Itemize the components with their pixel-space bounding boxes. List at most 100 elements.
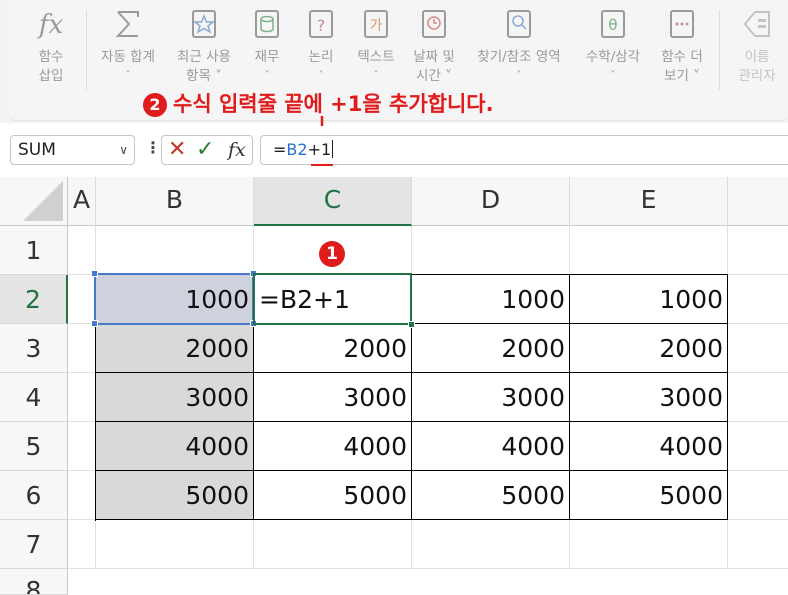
step-2-badge: 2 <box>143 93 167 117</box>
cell-d7[interactable] <box>412 520 570 569</box>
date-time-label-1: 날짜 및 <box>413 49 455 65</box>
cell-d1[interactable] <box>412 226 570 275</box>
cell-a2[interactable] <box>68 275 96 324</box>
cell-e5[interactable]: 4000 <box>570 422 728 471</box>
cell-f7[interactable] <box>728 520 788 569</box>
more-options-icon[interactable]: ⋮ <box>145 138 161 157</box>
tag-icon <box>743 11 770 37</box>
cell-c4[interactable]: 3000 <box>254 373 412 422</box>
row-header-5[interactable]: 5 <box>0 422 68 471</box>
cell-f6[interactable] <box>728 471 788 520</box>
cell-c7[interactable] <box>254 520 412 569</box>
reference-handle[interactable] <box>91 320 98 327</box>
chevron-down-icon: ˅ <box>125 70 131 81</box>
cell-a3[interactable] <box>68 324 96 373</box>
cell-a6[interactable] <box>68 471 96 520</box>
cell-a1[interactable] <box>68 226 96 275</box>
reference-handle[interactable] <box>250 320 257 327</box>
cell-a4[interactable] <box>68 373 96 422</box>
cell-b2[interactable]: 1000 <box>96 275 254 324</box>
column-header-e[interactable]: E <box>570 177 728 226</box>
cell-e2[interactable]: 1000 <box>570 275 728 324</box>
worksheet-grid: A B C D E 1 2 3 4 5 6 7 8 1000 =B2+1 100… <box>0 177 788 595</box>
cell-b5[interactable]: 4000 <box>96 422 254 471</box>
fx-icon[interactable]: fx <box>228 137 246 163</box>
formula-input[interactable]: =B2+1 <box>260 135 788 165</box>
reference-handle[interactable] <box>91 270 98 277</box>
cell-e3[interactable]: 2000 <box>570 324 728 373</box>
cell-b6[interactable]: 5000 <box>96 471 254 520</box>
lookup-reference-label: 찾기/참조 영역 <box>477 49 561 65</box>
cell-f5[interactable] <box>728 422 788 471</box>
select-all-button[interactable] <box>0 177 68 226</box>
cell-b1[interactable] <box>96 226 254 275</box>
cell-d6[interactable]: 5000 <box>412 471 570 520</box>
cell-e7[interactable] <box>570 520 728 569</box>
text-label: 텍스트 <box>357 49 395 65</box>
svg-text:θ: θ <box>608 16 617 34</box>
financial-label: 재무 <box>254 49 280 65</box>
column-header-c[interactable]: C <box>254 177 412 226</box>
cell-b7[interactable] <box>96 520 254 569</box>
math-trig-label: 수학/삼각 <box>585 49 641 65</box>
column-header-f[interactable] <box>728 177 788 226</box>
chevron-down-icon[interactable]: ∨ <box>119 136 128 164</box>
cell-a7[interactable] <box>68 520 96 569</box>
cell-e6[interactable]: 5000 <box>570 471 728 520</box>
chevron-down-icon: ˅ <box>373 70 379 81</box>
column-header-a[interactable]: A <box>68 177 96 226</box>
dots-book-icon <box>670 10 694 38</box>
sigma-icon <box>115 11 139 37</box>
row-header-4[interactable]: 4 <box>0 373 68 422</box>
logical-label: 논리 <box>308 49 334 65</box>
cell-e1[interactable] <box>570 226 728 275</box>
column-header-b[interactable]: B <box>96 177 254 226</box>
cell-d3[interactable]: 2000 <box>412 324 570 373</box>
cell-f4[interactable] <box>728 373 788 422</box>
cell-c6[interactable]: 5000 <box>254 471 412 520</box>
row-header-6[interactable]: 6 <box>0 471 68 520</box>
fx-icon: fx <box>37 10 64 40</box>
select-all-triangle-icon <box>23 181 63 221</box>
fill-handle[interactable] <box>408 321 415 328</box>
clock-book-icon <box>422 10 446 38</box>
coins-book-icon <box>255 10 279 38</box>
cell-e4[interactable]: 3000 <box>570 373 728 422</box>
formula-buttons: ✕ ✓ fx <box>161 135 253 165</box>
svg-text:fx: fx <box>37 10 64 40</box>
cell-f3[interactable] <box>728 324 788 373</box>
cell-f1[interactable] <box>728 226 788 275</box>
recently-used-label-1: 최근 사용 <box>177 49 231 65</box>
name-box[interactable]: SUM ∨ <box>10 135 135 165</box>
cell-b4[interactable]: 3000 <box>96 373 254 422</box>
cell-d2[interactable]: 1000 <box>412 275 570 324</box>
svg-text:가: 가 <box>370 18 383 34</box>
row-header-3[interactable]: 3 <box>0 324 68 373</box>
svg-text:?: ? <box>317 16 326 35</box>
cell-c5[interactable]: 4000 <box>254 422 412 471</box>
step-1-badge: 1 <box>319 241 345 267</box>
autosum-label: 자동 합계 <box>101 49 155 65</box>
column-header-d[interactable]: D <box>412 177 570 226</box>
cell-a5[interactable] <box>68 422 96 471</box>
row-header-1[interactable]: 1 <box>0 226 68 275</box>
cell-f2[interactable] <box>728 275 788 324</box>
cell-c2[interactable]: =B2+1 <box>254 275 412 324</box>
ga-book-icon: 가 <box>364 10 388 38</box>
row-header-2[interactable]: 2 <box>0 275 68 324</box>
row-header-7[interactable]: 7 <box>0 520 68 569</box>
formula-bar: SUM ∨ ⋮ ✕ ✓ fx =B2+1 <box>0 126 788 172</box>
formula-reference: B2 <box>286 140 308 159</box>
chevron-down-icon: ˅ <box>264 70 270 81</box>
ribbon-divider <box>86 10 87 90</box>
cancel-icon[interactable]: ✕ <box>168 138 186 162</box>
cell-c3[interactable]: 2000 <box>254 324 412 373</box>
cell-d5[interactable]: 4000 <box>412 422 570 471</box>
cell-d4[interactable]: 3000 <box>412 373 570 422</box>
star-book-icon <box>192 10 216 38</box>
cell-b3[interactable]: 2000 <box>96 324 254 373</box>
reference-handle[interactable] <box>250 270 257 277</box>
magnifier-book-icon <box>507 10 531 38</box>
row-header-8[interactable]: 8 <box>0 569 68 595</box>
enter-check-icon[interactable]: ✓ <box>196 138 214 162</box>
